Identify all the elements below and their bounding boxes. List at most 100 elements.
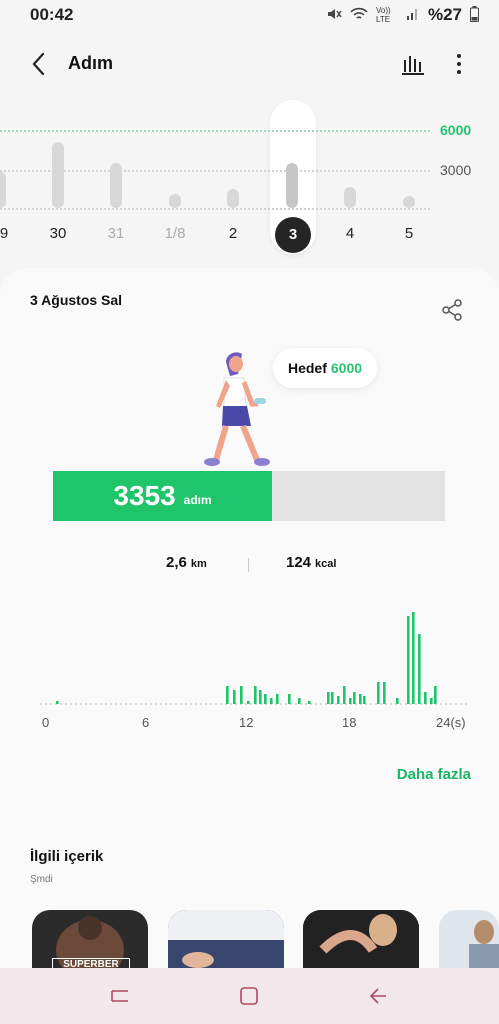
hour-bar <box>247 701 250 704</box>
goal-label: Hedef <box>287 360 327 376</box>
hour-bar <box>264 694 267 704</box>
distance-unit: km <box>190 558 207 570</box>
back-button[interactable] <box>26 50 54 78</box>
hour-bar <box>288 694 291 704</box>
hour-bar <box>327 692 330 704</box>
hour-bar <box>377 682 380 704</box>
hour-bar <box>363 696 366 704</box>
calories-unit: kcal <box>315 558 337 570</box>
hour-bar <box>56 701 59 704</box>
hour-bar <box>254 686 257 704</box>
chevron-left-icon <box>32 52 45 76</box>
day-label-selected[interactable]: 3 <box>275 217 311 253</box>
day-bar[interactable] <box>110 163 122 208</box>
x-tick: 6 <box>142 715 150 730</box>
day-label[interactable]: 9 <box>0 225 24 242</box>
hour-bar <box>240 686 243 704</box>
day-label[interactable]: 5 <box>389 225 429 242</box>
distance-value: 2,6 <box>166 554 187 571</box>
status-time: 00:42 <box>30 5 74 24</box>
goal-gridline <box>0 130 430 132</box>
hourly-steps-chart[interactable]: 0 6 12 18 24(s) <box>40 588 470 738</box>
day-bar[interactable] <box>403 196 415 208</box>
hour-bar <box>434 686 437 704</box>
day-label[interactable]: 31 <box>96 225 136 242</box>
back-nav-button[interactable] <box>366 984 390 1008</box>
hour-bar <box>259 690 262 704</box>
mute-icon <box>326 6 342 25</box>
day-bar-selected[interactable] <box>286 163 298 208</box>
share-icon <box>442 299 462 321</box>
goal-bubble: Hedef 6000 <box>273 348 377 388</box>
related-title: İlgili içerik <box>30 848 104 865</box>
day-bar[interactable] <box>227 189 239 208</box>
hour-bar <box>353 692 356 704</box>
app-bar: Adım <box>0 40 499 88</box>
more-link[interactable]: Daha fazla <box>397 766 471 783</box>
mid-axis-label: 3000 <box>440 162 472 178</box>
related-card[interactable] <box>303 910 419 970</box>
day-label[interactable]: 30 <box>38 225 78 242</box>
related-card[interactable] <box>168 910 284 970</box>
hour-bar <box>359 694 362 704</box>
calories-stat: 124 kcal <box>286 554 336 571</box>
page-title: Adım <box>68 53 113 73</box>
distance-stat: 2,6 km <box>166 554 207 571</box>
step-progress-bar: 3353 adım <box>53 471 445 521</box>
walker-illustration <box>196 348 276 470</box>
step-unit: adım <box>183 493 212 507</box>
hour-bar <box>383 682 386 704</box>
related-card[interactable]: SUPERBER <box>32 910 148 970</box>
signal-icon <box>406 7 420 24</box>
x-tick: 0 <box>42 715 50 730</box>
system-nav-bar <box>0 968 499 1024</box>
stats-row: 2,6 km 124 kcal <box>0 554 499 578</box>
hour-bar <box>407 616 410 704</box>
home-icon <box>240 987 258 1005</box>
date-title: 3 Ağustos Sal <box>30 292 123 308</box>
hour-bar <box>226 686 229 704</box>
related-card[interactable] <box>439 910 499 970</box>
hour-bar <box>337 696 340 704</box>
day-label[interactable]: 2 <box>213 225 253 242</box>
hour-bar <box>331 692 334 704</box>
hour-bar <box>276 694 279 704</box>
day-bar[interactable] <box>52 142 64 208</box>
day-label[interactable]: 1/8 <box>155 225 195 242</box>
home-button[interactable] <box>237 984 261 1008</box>
wifi-icon <box>350 6 368 25</box>
hour-bar <box>298 698 301 704</box>
day-bar[interactable] <box>344 187 356 208</box>
x-tick: 24(s) <box>436 715 466 730</box>
hour-bar <box>349 698 352 704</box>
daily-summary-card: 3 Ağustos Sal Hedef 6000 3353 adım 2,6 k… <box>0 268 499 970</box>
weekly-steps-chart[interactable]: 6000 3000 9 30 31 1/8 2 3 4 5 <box>0 100 499 260</box>
hour-bar <box>418 634 421 704</box>
battery-icon <box>470 5 479 25</box>
related-subtitle: Şmdi <box>30 874 53 885</box>
step-progress-fill: 3353 adım <box>53 471 273 521</box>
bar-chart-icon <box>402 56 424 75</box>
share-button[interactable] <box>440 298 464 322</box>
day-bar[interactable] <box>0 172 6 208</box>
recent-apps-icon <box>111 990 128 1002</box>
hour-bar <box>270 698 273 704</box>
base-gridline <box>0 208 430 210</box>
goal-axis-label: 6000 <box>440 122 472 138</box>
calories-value: 124 <box>286 554 312 571</box>
trends-button[interactable] <box>399 50 427 78</box>
hour-bar <box>308 701 311 704</box>
status-bar: 00:42 Vo)) LTE %27 <box>0 0 499 30</box>
hour-bar <box>233 690 236 704</box>
hour-bar <box>396 698 399 704</box>
recent-apps-button[interactable] <box>108 984 132 1008</box>
goal-value: 6000 <box>330 360 363 376</box>
back-icon <box>369 988 386 1004</box>
day-label[interactable]: 4 <box>330 225 370 242</box>
more-options-button[interactable] <box>448 50 470 78</box>
hour-bar <box>343 686 346 704</box>
hour-bar <box>430 698 433 704</box>
x-tick: 18 <box>342 715 357 730</box>
day-bar[interactable] <box>169 194 181 208</box>
status-icons: Vo)) LTE %27 <box>326 5 479 25</box>
